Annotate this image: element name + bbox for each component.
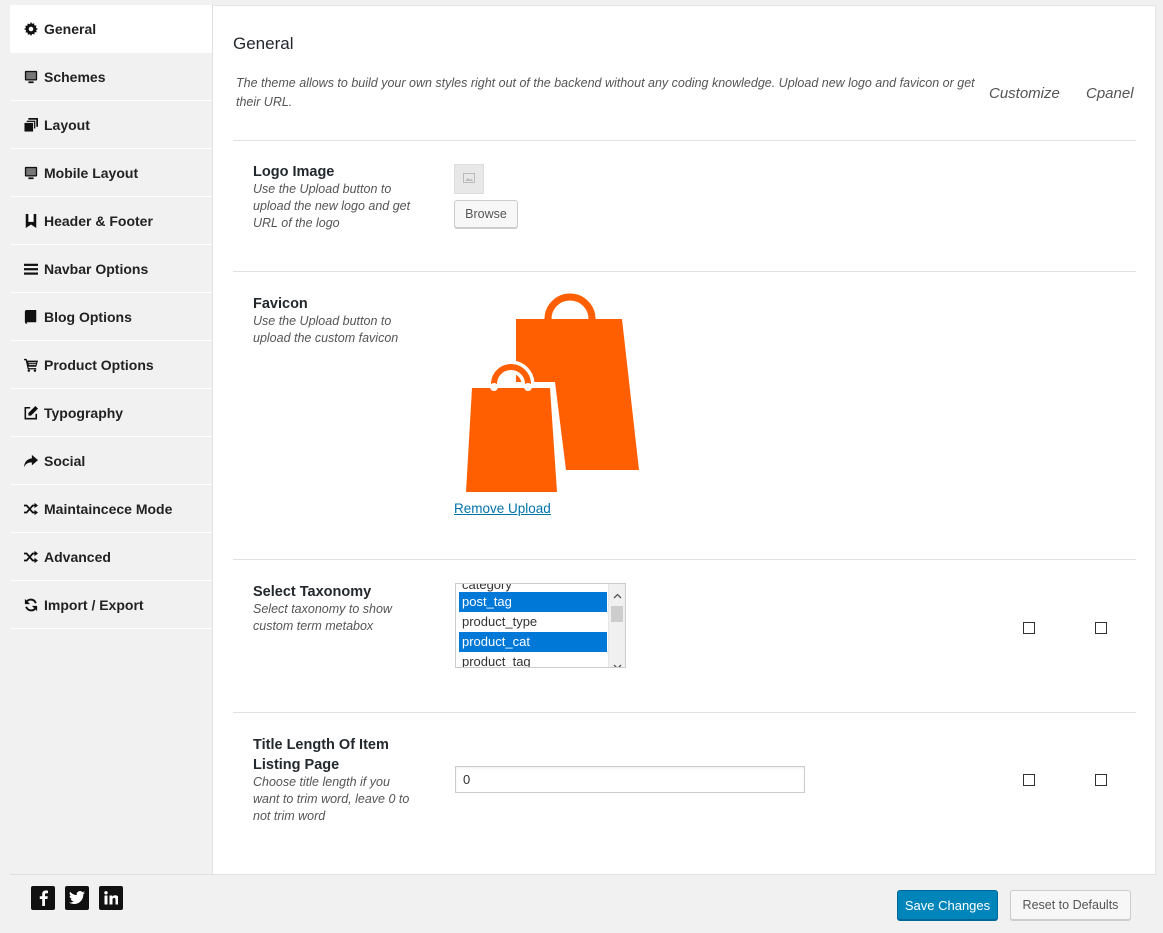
sidebar-item-general[interactable]: General	[10, 5, 212, 53]
refresh-icon	[24, 598, 38, 612]
listbox-scrollbar[interactable]	[608, 584, 625, 667]
logo-thumbnail	[454, 164, 484, 194]
sidebar-item-layout[interactable]: Layout	[10, 101, 212, 149]
sidebar-item-label: Navbar Options	[44, 260, 149, 277]
gear-icon	[24, 21, 38, 36]
divider	[233, 712, 1136, 713]
sidebar-item-label: General	[44, 20, 97, 37]
sidebar-nav: General Schemes Layout Mobile Layout Hea…	[10, 5, 213, 874]
sidebar-item-label: Product Options	[44, 356, 154, 373]
sidebar-item-maintenance-mode[interactable]: Maintaincece Mode	[10, 485, 212, 533]
title-length-checkbox-2[interactable]	[1095, 774, 1107, 786]
remove-upload-link[interactable]: Remove Upload	[454, 501, 551, 516]
taxonomy-option[interactable]: post_tag	[459, 592, 607, 612]
image-placeholder-icon	[463, 170, 475, 188]
divider	[233, 271, 1136, 272]
linkedin-icon[interactable]	[99, 886, 123, 910]
sidebar-item-label: Import / Export	[44, 596, 144, 613]
sidebar-item-blog-options[interactable]: Blog Options	[10, 293, 212, 341]
twitter-icon[interactable]	[65, 886, 89, 910]
book-icon	[24, 309, 38, 324]
menu-icon	[24, 262, 38, 276]
sidebar-item-label: Advanced	[44, 548, 111, 565]
sidebar-item-typography[interactable]: Typography	[10, 389, 212, 437]
shuffle-icon	[24, 550, 38, 564]
browse-button[interactable]: Browse	[454, 200, 518, 228]
sidebar-item-label: Mobile Layout	[44, 164, 139, 181]
select-taxonomy-desc: Select taxonomy to show custom term meta…	[253, 602, 392, 633]
sidebar-item-label: Header & Footer	[44, 212, 153, 229]
sidebar-item-advanced[interactable]: Advanced	[10, 533, 212, 581]
taxonomy-option[interactable]: product_tag	[459, 652, 607, 667]
taxonomy-option[interactable]: product_type	[459, 612, 607, 632]
favicon-title: Favicon	[253, 296, 308, 312]
title-length-desc: Choose title length if you want to trim …	[253, 775, 410, 823]
sidebar-item-import-export[interactable]: Import / Export	[10, 581, 212, 629]
logo-image-desc: Use the Upload button to upload the new …	[253, 182, 411, 230]
taxonomy-option[interactable]: product_cat	[459, 632, 607, 652]
title-length-input[interactable]	[455, 766, 805, 793]
sidebar-item-navbar-options[interactable]: Navbar Options	[10, 245, 212, 293]
monitor-icon	[24, 70, 38, 84]
intro-text: The theme allows to build your own style…	[236, 76, 975, 109]
logo-image-title: Logo Image	[253, 164, 335, 180]
title-length-checkbox-1[interactable]	[1023, 774, 1035, 786]
sidebar-item-label: Blog Options	[44, 308, 132, 325]
divider	[233, 559, 1136, 560]
favicon-desc: Use the Upload button to upload the cust…	[253, 314, 399, 345]
sidebar-item-label: Maintaincece Mode	[44, 500, 173, 517]
title-length-title: Title Length Of Item Listing Page	[253, 737, 389, 773]
layers-icon	[24, 117, 38, 132]
share-icon	[24, 454, 38, 468]
sidebar-item-social[interactable]: Social	[10, 437, 212, 485]
scroll-up-icon[interactable]	[613, 586, 622, 604]
select-taxonomy-title: Select Taxonomy	[253, 584, 372, 600]
customize-link[interactable]: Customize	[989, 85, 1060, 102]
taxonomy-checkbox-2[interactable]	[1095, 622, 1107, 634]
scroll-thumb[interactable]	[611, 606, 623, 622]
sidebar-item-mobile-layout[interactable]: Mobile Layout	[10, 149, 212, 197]
monitor-icon	[24, 166, 38, 180]
sidebar-item-product-options[interactable]: Product Options	[10, 341, 212, 389]
shopping-bags-icon	[460, 292, 640, 497]
cart-icon	[24, 358, 38, 372]
sidebar-item-header-footer[interactable]: Header & Footer	[10, 197, 212, 245]
divider	[233, 140, 1136, 141]
sidebar-item-label: Schemes	[44, 68, 106, 85]
facebook-icon[interactable]	[31, 886, 55, 910]
options-footer: Save Changes Reset to Defaults	[10, 874, 1156, 933]
sidebar-item-label: Social	[44, 452, 86, 469]
bookmark-icon	[24, 213, 38, 228]
sidebar-item-label: Layout	[44, 116, 90, 133]
cpanel-link[interactable]: Cpanel	[1086, 85, 1134, 102]
taxonomy-multiselect[interactable]: category post_tag product_type product_c…	[455, 583, 626, 668]
save-changes-button[interactable]: Save Changes	[897, 890, 998, 920]
sidebar-item-label: Typography	[44, 404, 124, 421]
sidebar-item-schemes[interactable]: Schemes	[10, 53, 212, 101]
taxonomy-checkbox-1[interactable]	[1023, 622, 1035, 634]
reset-defaults-button[interactable]: Reset to Defaults	[1010, 890, 1131, 920]
shuffle-icon	[24, 502, 38, 516]
page-title: General	[233, 34, 294, 53]
edit-icon	[24, 405, 38, 420]
scroll-down-icon[interactable]	[613, 657, 622, 667]
